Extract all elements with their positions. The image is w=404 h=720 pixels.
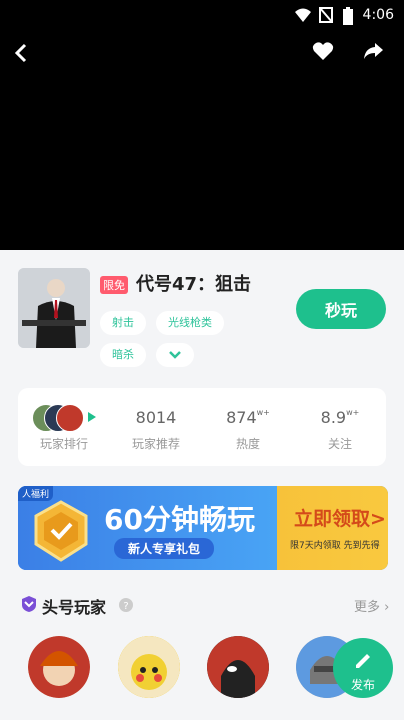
top-players-title: 头号玩家 [42, 598, 107, 617]
stats-card: 玩家排行 8014 玩家推荐 874w+ 热度 8.9w+ 关注 [18, 388, 386, 466]
stat-recommend-label: 玩家推荐 [131, 437, 180, 451]
battery-icon [342, 6, 354, 30]
status-time: 4:06 [362, 7, 394, 23]
publish-label: 发布 [350, 678, 375, 692]
game-cover-image [18, 268, 90, 348]
stat-recommend-value: 8014 [135, 408, 177, 427]
player-avatar[interactable] [28, 636, 90, 698]
signal-off-icon [318, 6, 334, 28]
publish-fab[interactable]: 发布 [333, 638, 393, 698]
gift-shield-icon [34, 500, 88, 562]
rank-avatars[interactable] [32, 404, 102, 432]
more-players-link[interactable]: 更多 › [354, 596, 389, 615]
share-icon [364, 43, 383, 59]
share-button[interactable] [358, 36, 388, 66]
wifi-icon [294, 6, 312, 28]
favorite-button[interactable] [308, 36, 338, 66]
banner-cta[interactable]: 立即领取> [294, 504, 386, 531]
tag-lightgun[interactable]: 光线枪类 [156, 311, 224, 335]
free-badge: 限免 [100, 276, 128, 294]
status-bar: 4:06 [0, 0, 404, 32]
promo-banner[interactable]: 人福利 60分钟畅玩 新人专享礼包 立即领取> 限7天内领取 先到先得 [18, 486, 388, 570]
expand-tags-button[interactable] [156, 343, 194, 367]
player-avatar[interactable] [118, 636, 180, 698]
game-title: 代号47：狙击 [136, 274, 252, 295]
heart-icon [312, 42, 334, 60]
banner-headline: 60分钟畅玩 [104, 503, 255, 536]
tag-shooting[interactable]: 射击 [100, 311, 146, 335]
help-icon[interactable]: ? [118, 597, 134, 613]
banner-corner-tag: 人福利 [18, 486, 54, 501]
chevron-down-icon [169, 351, 181, 359]
pencil-icon [356, 654, 370, 668]
play-triangle-icon [88, 412, 96, 422]
stat-heat-label: 热度 [235, 437, 260, 451]
banner-subline: 新人专享礼包 [114, 538, 215, 559]
tag-assassination[interactable]: 暗杀 [100, 343, 146, 367]
player-avatar[interactable] [207, 636, 269, 698]
back-arrow-icon [14, 43, 27, 63]
svg-text:?: ? [123, 601, 128, 612]
trophy-shield-icon [22, 596, 36, 612]
stat-follow-value: 8.9w+ [320, 408, 360, 427]
back-button[interactable] [6, 38, 36, 68]
banner-note: 限7天内领取 先到先得 [290, 541, 380, 551]
video-area [0, 0, 404, 250]
stat-heat-value: 874w+ [226, 408, 270, 427]
rank-label: 玩家排行 [39, 437, 88, 451]
play-button[interactable]: 秒玩 [296, 289, 386, 329]
avatar [56, 404, 84, 432]
stat-follow-label: 关注 [327, 437, 352, 451]
